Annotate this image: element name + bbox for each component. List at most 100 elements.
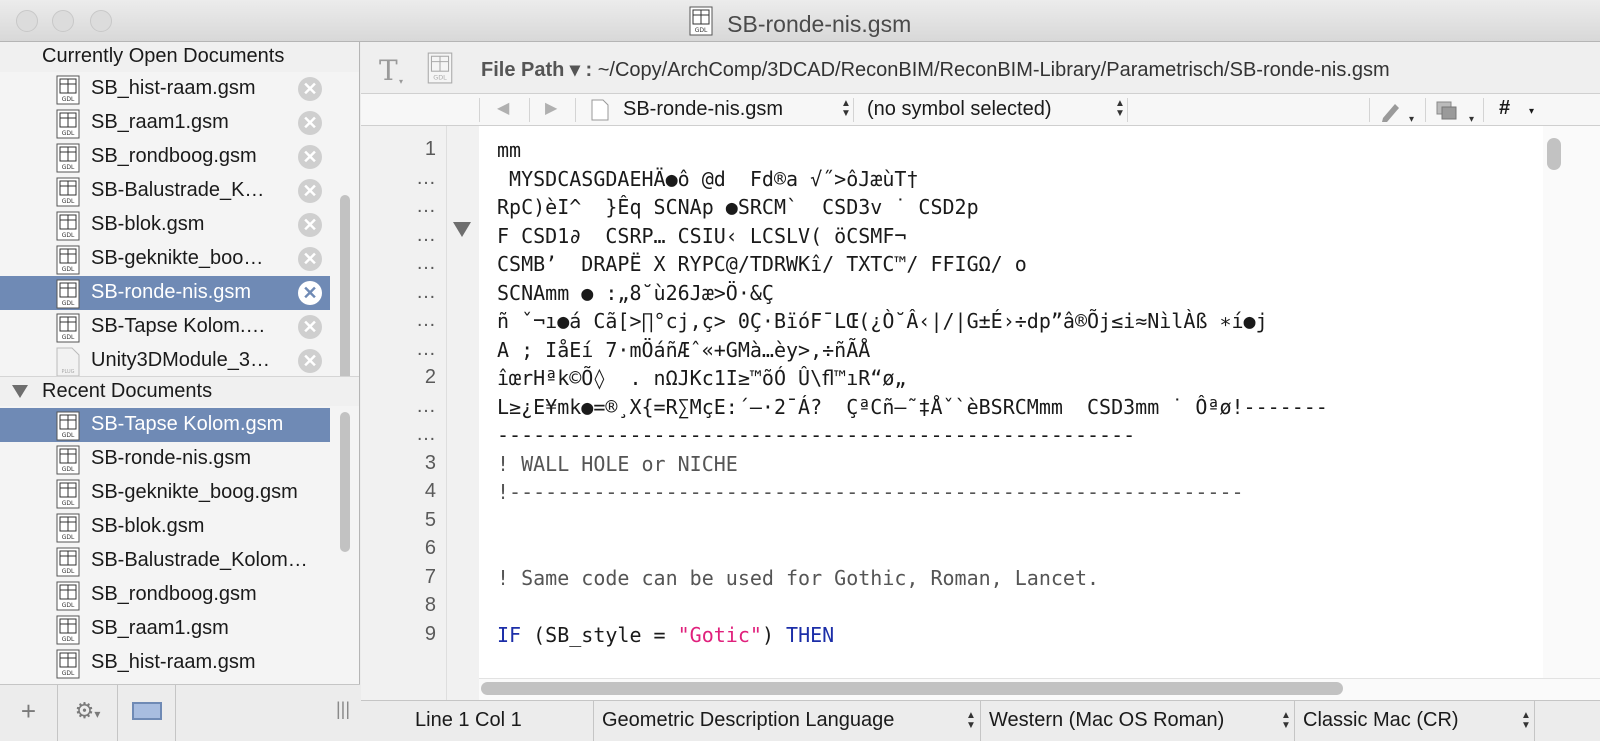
recent-list-scrollbar[interactable] xyxy=(340,412,350,552)
svg-text:T: T xyxy=(379,54,398,86)
open-document-item[interactable]: GDL SB-blok.gsm ✕ xyxy=(0,208,330,242)
line-number: 2 xyxy=(424,366,436,388)
recent-document-item[interactable]: GDL SB-geknikte_boog.gsm xyxy=(0,476,330,510)
close-document-icon[interactable]: ✕ xyxy=(298,315,322,339)
svg-text:GDL: GDL xyxy=(62,568,75,575)
close-document-icon[interactable]: ✕ xyxy=(298,111,322,135)
back-arrow-icon[interactable]: ◀ xyxy=(497,98,509,118)
svg-text:▾: ▾ xyxy=(1409,114,1414,124)
divider xyxy=(1425,98,1426,122)
code-line: IF (SB_style = "Gotic") THEN xyxy=(497,623,834,647)
horizontal-scrollbar[interactable] xyxy=(481,682,1343,695)
svg-text:▾: ▾ xyxy=(399,77,403,86)
svg-text:GDL: GDL xyxy=(62,266,75,273)
recent-document-item[interactable]: GDL SB-blok.gsm xyxy=(0,510,330,544)
svg-text:GDL: GDL xyxy=(62,300,75,307)
add-button[interactable]: + xyxy=(0,685,58,741)
close-document-icon[interactable]: ✕ xyxy=(298,281,322,305)
divider xyxy=(575,98,576,122)
svg-text:PLUG: PLUG xyxy=(61,369,74,375)
gdl-file-icon: GDL xyxy=(55,649,81,685)
fold-column xyxy=(446,126,479,700)
window-stack-icon[interactable]: ▾ xyxy=(1435,100,1479,124)
line-number: 6 xyxy=(424,537,436,559)
line-endings-selector[interactable]: Classic Mac (CR) ▲ ▼ xyxy=(1295,701,1535,741)
open-document-item[interactable]: GDL SB_hist-raam.gsm ✕ xyxy=(0,72,330,106)
recent-document-item[interactable]: GDL SB_raam1.gsm xyxy=(0,612,330,646)
resize-grip-icon[interactable]: ||| xyxy=(336,699,350,720)
recent-documents-header[interactable]: Recent Documents xyxy=(0,376,359,406)
stepper-icon: ▲ ▼ xyxy=(966,710,976,731)
recent-document-item[interactable]: GDL SB_hist-raam.gsm xyxy=(0,646,330,680)
symbol-selector[interactable]: (no symbol selected) xyxy=(867,98,1052,121)
close-document-icon[interactable]: ✕ xyxy=(298,349,322,373)
recent-document-item[interactable]: GDL SB-Tapse Kolom.gsm xyxy=(0,408,330,442)
symbol-selector-stepper-icon[interactable]: ▲ ▼ xyxy=(1115,99,1125,119)
open-document-item[interactable]: GDL SB_raam1.gsm ✕ xyxy=(0,106,330,140)
file-path-value: ~/Copy/ArchComp/3DCAD/ReconBIM/ReconBIM-… xyxy=(597,59,1390,81)
svg-text:GDL: GDL xyxy=(62,636,75,643)
text-tool-icon[interactable]: T ▾ xyxy=(377,54,407,86)
file-path-display[interactable]: File Path ▾ : ~/Copy/ArchComp/3DCAD/Reco… xyxy=(481,57,1390,82)
svg-text:GDL: GDL xyxy=(694,27,707,34)
pencil-icon[interactable]: ▾ xyxy=(1379,100,1419,124)
close-document-icon[interactable]: ✕ xyxy=(298,213,322,237)
recent-document-item[interactable]: GDL SB_rondboog.gsm xyxy=(0,578,330,612)
recent-document-item[interactable]: GDL SB-Balustrade_Kolom… xyxy=(0,544,330,578)
document-label: SB-blok.gsm xyxy=(91,515,205,537)
code-line: ! WALL HOLE or NICHE xyxy=(497,451,738,476)
document-label: SB-ronde-nis.gsm xyxy=(91,281,252,303)
line-number: … xyxy=(416,309,436,331)
document-label: SB-Tapse Kolom.gsm xyxy=(91,413,284,435)
close-document-icon[interactable]: ✕ xyxy=(298,145,322,169)
string-literal: "Gotic" xyxy=(677,622,762,647)
document-label: SB-Balustrade_K… xyxy=(91,179,265,201)
line-number: … xyxy=(416,337,436,360)
stepper-icon: ▲ ▼ xyxy=(1521,710,1531,731)
open-documents-header: Currently Open Documents xyxy=(0,42,359,72)
file-selector-stepper-icon[interactable]: ▲ ▼ xyxy=(841,99,851,119)
recent-document-item[interactable]: GDL SB-ronde-nis.gsm xyxy=(0,442,330,476)
encoding-selector[interactable]: Western (Mac OS Roman) ▲ ▼ xyxy=(981,701,1295,741)
file-path-label: File Path xyxy=(481,59,565,81)
vertical-scrollbar[interactable] xyxy=(1547,138,1561,170)
close-document-icon[interactable]: ✕ xyxy=(298,179,322,203)
forward-arrow-icon[interactable]: ▶ xyxy=(545,98,557,118)
open-list-scrollbar[interactable] xyxy=(340,195,350,393)
document-label: SB-geknikte_boog.gsm xyxy=(91,481,298,503)
gear-icon: ⚙ xyxy=(74,698,95,723)
divider xyxy=(1127,98,1128,122)
document-label: SB_rondboog.gsm xyxy=(91,145,257,167)
code-line: RpC)èI^ }Êq SCNAp ●SRCM` CSD3v ˙ CSD2p xyxy=(497,195,979,219)
svg-text:GDL: GDL xyxy=(62,334,75,341)
hash-menu-button[interactable]: # xyxy=(1499,97,1510,120)
code-line: F CSD1∂ CSRP… CSIU‹ LCSLV( öCSMF¬ xyxy=(497,223,907,248)
open-document-item[interactable]: GDL SB-ronde-nis.gsm ✕ xyxy=(0,276,330,310)
svg-text:GDL: GDL xyxy=(62,432,75,439)
open-document-item[interactable]: GDL SB-Tapse Kolom.… ✕ xyxy=(0,310,330,344)
code-line: !---------------------------------------… xyxy=(497,480,1244,504)
close-document-icon[interactable]: ✕ xyxy=(298,77,322,101)
fold-triangle-icon[interactable] xyxy=(453,222,471,237)
code-line: mm xyxy=(497,138,522,162)
open-document-item[interactable]: PLUG Unity3DModule_3… ✕ xyxy=(0,344,330,378)
file-selector[interactable]: SB-ronde-nis.gsm xyxy=(623,98,783,121)
encoding-value: Western (Mac OS Roman) xyxy=(989,709,1225,731)
open-document-item[interactable]: GDL SB-geknikte_boo… ✕ xyxy=(0,242,330,276)
document-icon xyxy=(591,99,609,121)
gdl-file-icon[interactable]: GDL xyxy=(427,52,453,84)
line-number: … xyxy=(416,195,436,217)
gear-menu-button[interactable]: ⚙▾ xyxy=(58,685,118,741)
line-number: 8 xyxy=(424,594,436,616)
document-label: SB-ronde-nis.gsm xyxy=(91,447,252,469)
document-label: SB-geknikte_boo… xyxy=(91,247,264,269)
language-selector[interactable]: Geometric Description Language ▲ ▼ xyxy=(594,701,981,741)
toggle-preview-button[interactable] xyxy=(118,685,176,741)
svg-text:GDL: GDL xyxy=(62,198,75,205)
code-line: ----------------------------------------… xyxy=(497,423,1136,447)
close-document-icon[interactable]: ✕ xyxy=(298,247,322,271)
open-document-item[interactable]: GDL SB_rondboog.gsm ✕ xyxy=(0,140,330,174)
open-document-item[interactable]: GDL SB-Balustrade_K… ✕ xyxy=(0,174,330,208)
disclosure-triangle-icon[interactable] xyxy=(12,385,28,398)
line-number: 3 xyxy=(424,451,436,474)
